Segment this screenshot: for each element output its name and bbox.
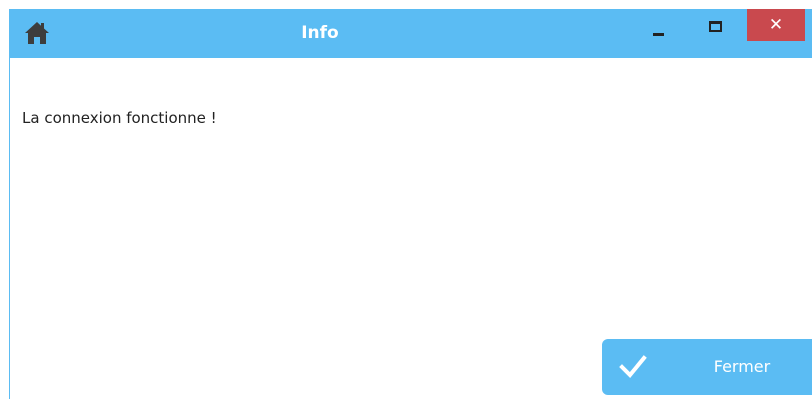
minimize-button[interactable]: [644, 9, 674, 41]
title-bar[interactable]: Info ✕: [10, 9, 812, 58]
fermer-button[interactable]: Fermer: [602, 339, 812, 395]
window-title: Info: [301, 23, 339, 43]
minimize-icon: [653, 33, 664, 36]
maximize-button[interactable]: [699, 9, 729, 41]
dialog-message: La connexion fonctionne !: [22, 109, 217, 127]
check-icon: [619, 355, 647, 378]
close-window-button[interactable]: ✕: [747, 9, 805, 41]
fermer-button-label: Fermer: [713, 357, 771, 376]
info-dialog-window: Info ✕ La connexion fonctionne ! Fermer: [9, 9, 812, 399]
maximize-icon: [709, 21, 722, 32]
